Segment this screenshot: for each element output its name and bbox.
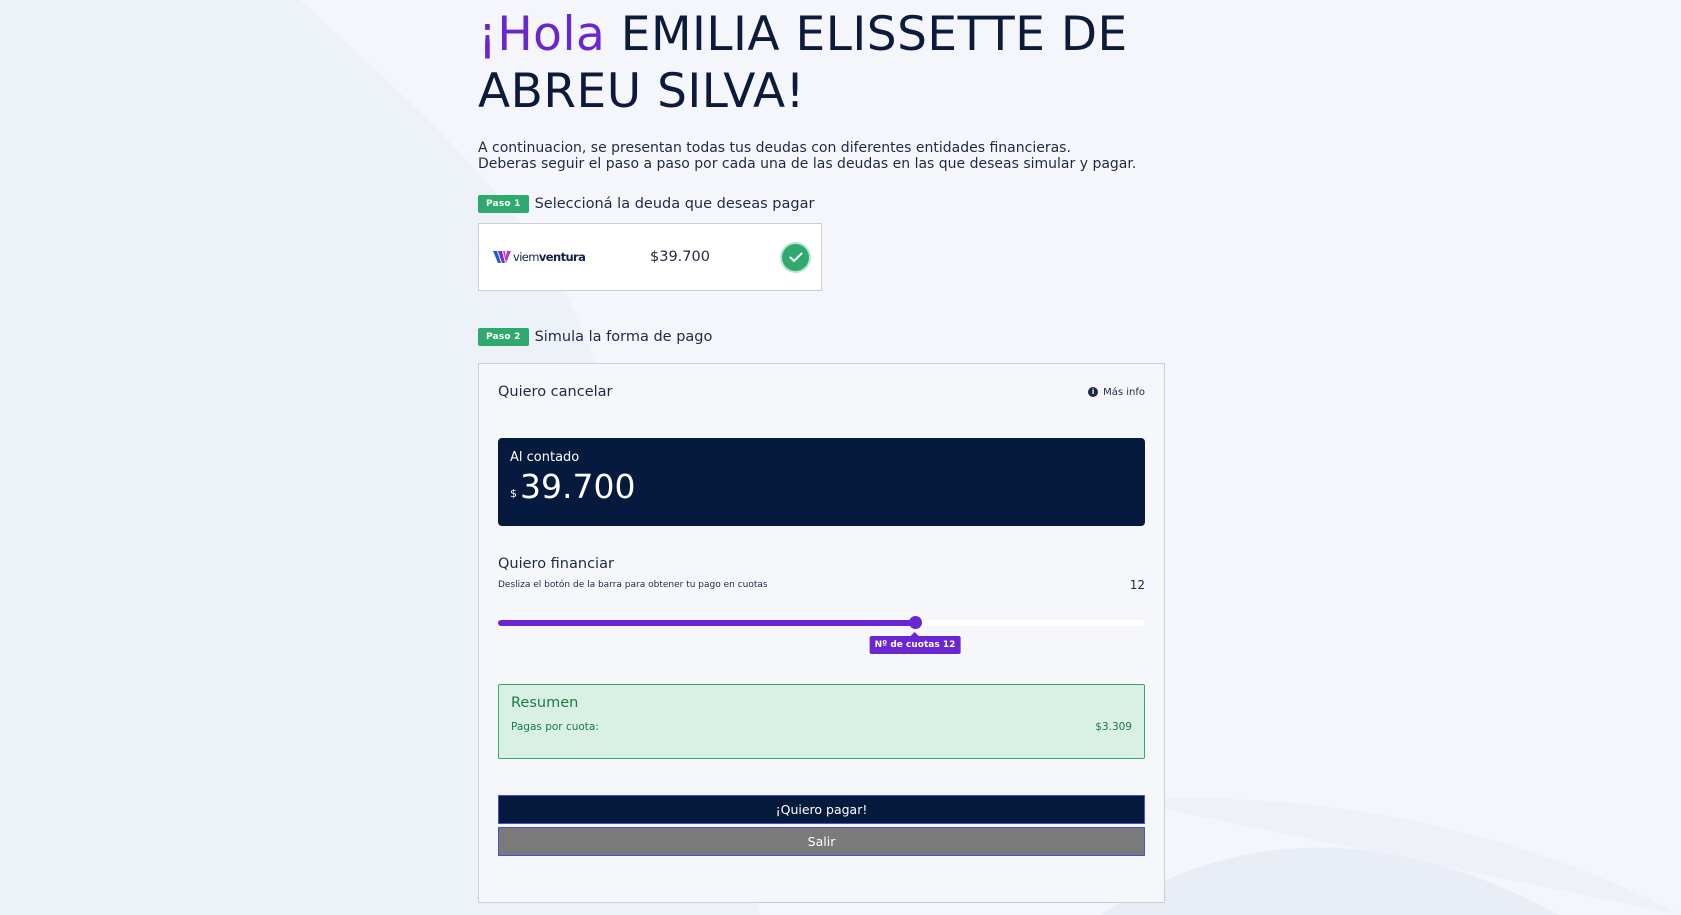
- step-2: Paso 2 Simula la forma de pago: [478, 328, 1168, 346]
- finance-hint: Desliza el botón de la barra para obtene…: [498, 580, 768, 590]
- step-1: Paso 1 Seleccioná la deuda que deseas pa…: [478, 195, 1168, 213]
- slider-fill: [498, 620, 915, 626]
- cancel-title: Quiero cancelar: [498, 384, 613, 400]
- installments-slider[interactable]: Nº de cuotas 12: [498, 606, 1145, 654]
- viemventura-logo-icon: [493, 251, 511, 263]
- creditor-logo-text: viemventura: [513, 250, 586, 264]
- pay-button[interactable]: ¡Quiero pagar!: [498, 795, 1145, 824]
- cash-currency: $: [510, 487, 517, 500]
- finance-title: Quiero financiar: [498, 556, 614, 572]
- cash-value: 39.700: [520, 467, 636, 506]
- summary-row: Pagas por cuota: $3.309: [511, 721, 1132, 733]
- step-2-badge: Paso 2: [478, 328, 529, 346]
- exit-button[interactable]: Salir: [498, 827, 1145, 856]
- intro-line-1: A continuacion, se presentan todas tus d…: [478, 140, 1071, 156]
- selected-check-icon: [782, 244, 809, 271]
- cash-amount: $ 39.700: [510, 469, 1133, 505]
- intro-text: A continuacion, se presentan todas tus d…: [478, 140, 1168, 172]
- simulation-panel: Quiero cancelar i Más info Al contado $ …: [478, 363, 1165, 903]
- cash-label: Al contado: [510, 450, 580, 465]
- summary-row-value: $3.309: [1095, 721, 1132, 733]
- intro-line-2: Deberas seguir el paso a paso por cada u…: [478, 156, 1137, 172]
- more-info-label: Más info: [1103, 386, 1145, 398]
- info-icon: i: [1088, 387, 1099, 397]
- cash-option-card[interactable]: Al contado $ 39.700: [498, 438, 1145, 526]
- slider-thumb[interactable]: [909, 616, 922, 629]
- installments-count: 12: [1129, 578, 1145, 592]
- summary-box: Resumen Pagas por cuota: $3.309: [498, 684, 1145, 759]
- main-content: ¡Hola EMILIA ELISSETTE DE ABREU SILVA! A…: [478, 0, 1168, 903]
- more-info-link[interactable]: i Más info: [1088, 387, 1145, 398]
- step-1-badge: Paso 1: [478, 195, 529, 213]
- summary-title: Resumen: [511, 695, 579, 711]
- slider-tooltip: Nº de cuotas 12: [869, 632, 961, 654]
- finance-row: Desliza el botón de la barra para obtene…: [498, 578, 1145, 592]
- step-1-label: Seleccioná la deuda que deseas pagar: [534, 196, 815, 212]
- greeting-hola: ¡Hola: [478, 7, 606, 62]
- greeting-heading: ¡Hola EMILIA ELISSETTE DE ABREU SILVA!: [478, 6, 1168, 120]
- summary-row-label: Pagas por cuota:: [511, 721, 599, 733]
- debt-card[interactable]: viemventura $39.700: [478, 223, 822, 291]
- simulation-header: Quiero cancelar i Más info: [498, 380, 1145, 404]
- creditor-logo: viemventura: [492, 249, 642, 265]
- debt-amount: $39.700: [650, 249, 710, 265]
- step-2-label: Simula la forma de pago: [534, 329, 713, 345]
